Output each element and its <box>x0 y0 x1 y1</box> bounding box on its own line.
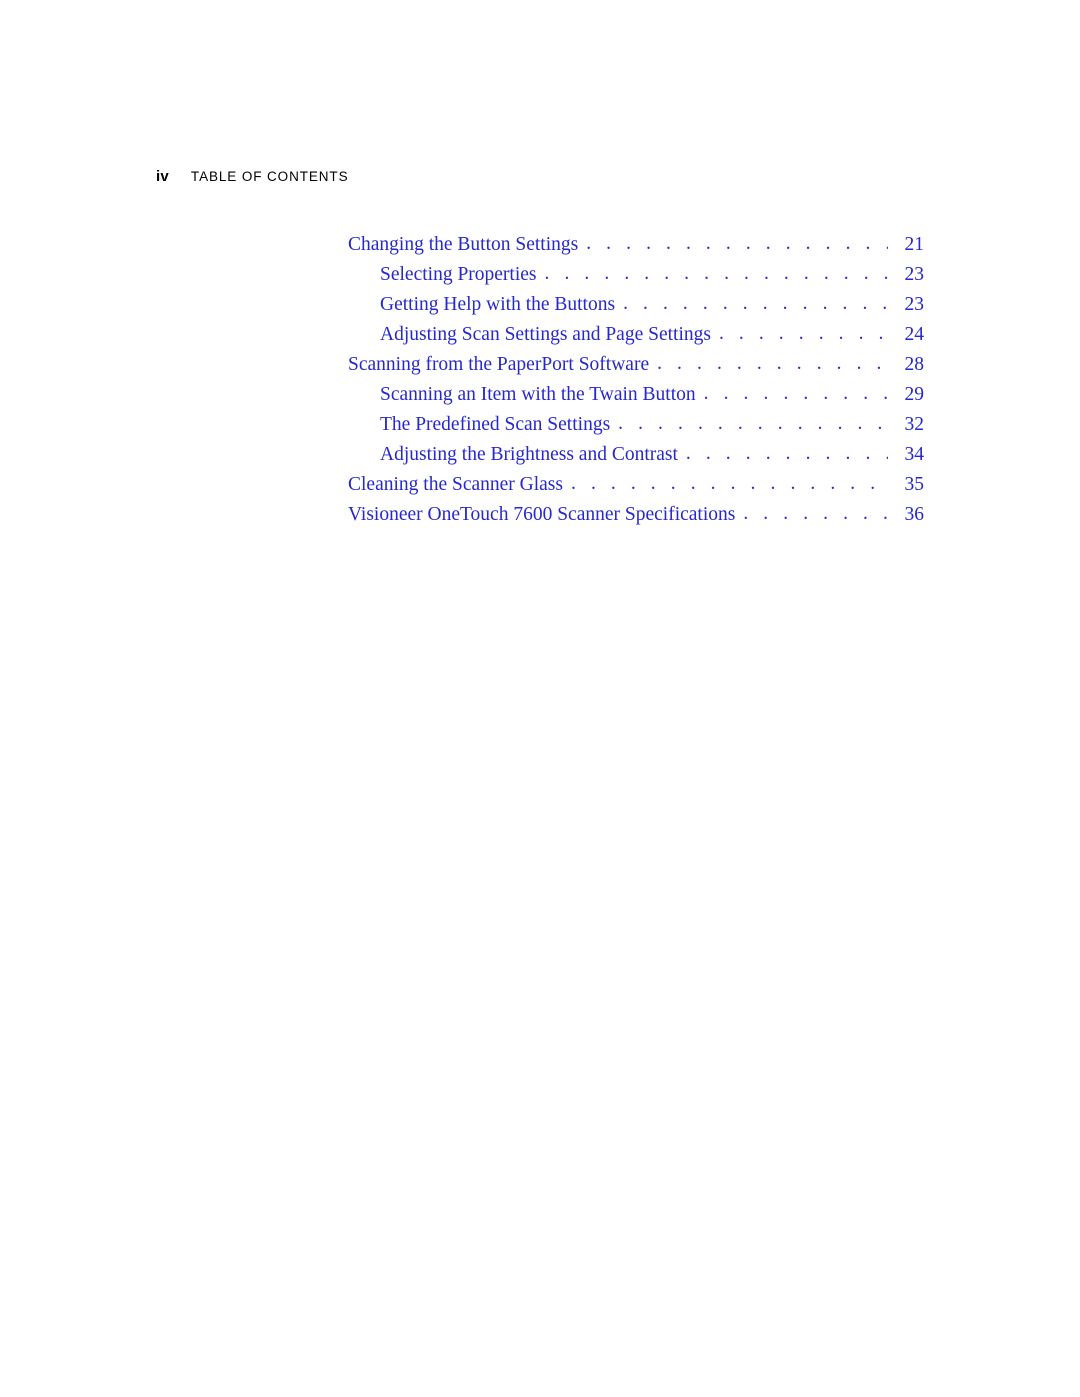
toc-entry-page-number: 21 <box>904 234 925 255</box>
document-page: iv Table of Contents Changing the Button… <box>0 0 1080 1397</box>
toc-entry[interactable]: Visioneer OneTouch 7600 Scanner Specific… <box>348 500 924 530</box>
toc-leader-dots: . . . . . . . . . . . . . . . . . . . . … <box>618 413 888 434</box>
toc-leader-dots: . . . . . . . . . . . . . . . . . . . . … <box>685 443 888 464</box>
toc-entry-page-number: 29 <box>904 384 925 405</box>
toc-entry[interactable]: Scanning an Item with the Twain Button . … <box>348 380 924 410</box>
toc-entry-page-number: 35 <box>904 474 925 495</box>
page-folio: iv <box>156 168 169 185</box>
toc-leader-dots: . . . . . . . . . . . . . . . . . . . . … <box>586 233 888 254</box>
toc-leader-dots: . . . . . . . . . . . . . . . . . . . . … <box>657 353 888 374</box>
toc-entry-page-number: 36 <box>904 504 925 525</box>
toc-entry-page-number: 23 <box>904 264 925 285</box>
toc-entry-title: Changing the Button Settings <box>348 234 579 255</box>
table-of-contents: Changing the Button Settings . . . . . . … <box>348 230 924 530</box>
toc-entry-title: Scanning an Item with the Twain Button <box>380 384 696 405</box>
header-title: Table of Contents <box>190 169 349 184</box>
toc-entry-page-number: 32 <box>904 414 925 435</box>
toc-entry[interactable]: Adjusting Scan Settings and Page Setting… <box>348 320 924 350</box>
toc-entry[interactable]: Selecting Properties . . . . . . . . . . … <box>348 260 924 290</box>
toc-entry[interactable]: Cleaning the Scanner Glass . . . . . . . … <box>348 470 924 500</box>
toc-entry-title: Scanning from the PaperPort Software <box>348 354 650 375</box>
toc-leader-dots: . . . . . . . . . . . . . . . . . . . . … <box>703 383 888 404</box>
toc-leader-dots: . . . . . . . . . . . . . . . . . . . . … <box>544 263 888 284</box>
toc-entry[interactable]: Changing the Button Settings . . . . . . … <box>348 230 924 260</box>
toc-entry-title: Getting Help with the Buttons <box>380 294 616 315</box>
toc-leader-dots: . . . . . . . . . . . . . . . . . . . . … <box>743 503 888 524</box>
toc-entry[interactable]: The Predefined Scan Settings . . . . . . … <box>348 410 924 440</box>
toc-entry-title: The Predefined Scan Settings <box>380 414 611 435</box>
toc-entry-title: Cleaning the Scanner Glass <box>348 474 563 495</box>
toc-leader-dots: . . . . . . . . . . . . . . . . . . . . … <box>623 293 888 314</box>
toc-entry[interactable]: Adjusting the Brightness and Contrast . .… <box>348 440 924 470</box>
toc-entry-title: Adjusting the Brightness and Contrast <box>380 444 678 465</box>
toc-leader-dots: . . . . . . . . . . . . . . . . . . . . … <box>718 323 888 344</box>
toc-entry-page-number: 28 <box>904 354 925 375</box>
toc-entry-page-number: 23 <box>904 294 925 315</box>
toc-entry[interactable]: Scanning from the PaperPort Software . . … <box>348 350 924 380</box>
toc-entry[interactable]: Getting Help with the Buttons . . . . . .… <box>348 290 924 320</box>
toc-leader-dots: . . . . . . . . . . . . . . . . . . . . … <box>571 473 888 494</box>
toc-entry-title: Selecting Properties <box>380 264 537 285</box>
toc-entry-page-number: 24 <box>904 324 925 345</box>
toc-entry-page-number: 34 <box>904 444 925 465</box>
running-header: iv Table of Contents <box>156 168 349 185</box>
toc-entry-title: Adjusting Scan Settings and Page Setting… <box>380 324 711 345</box>
toc-entry-title: Visioneer OneTouch 7600 Scanner Specific… <box>348 504 736 525</box>
